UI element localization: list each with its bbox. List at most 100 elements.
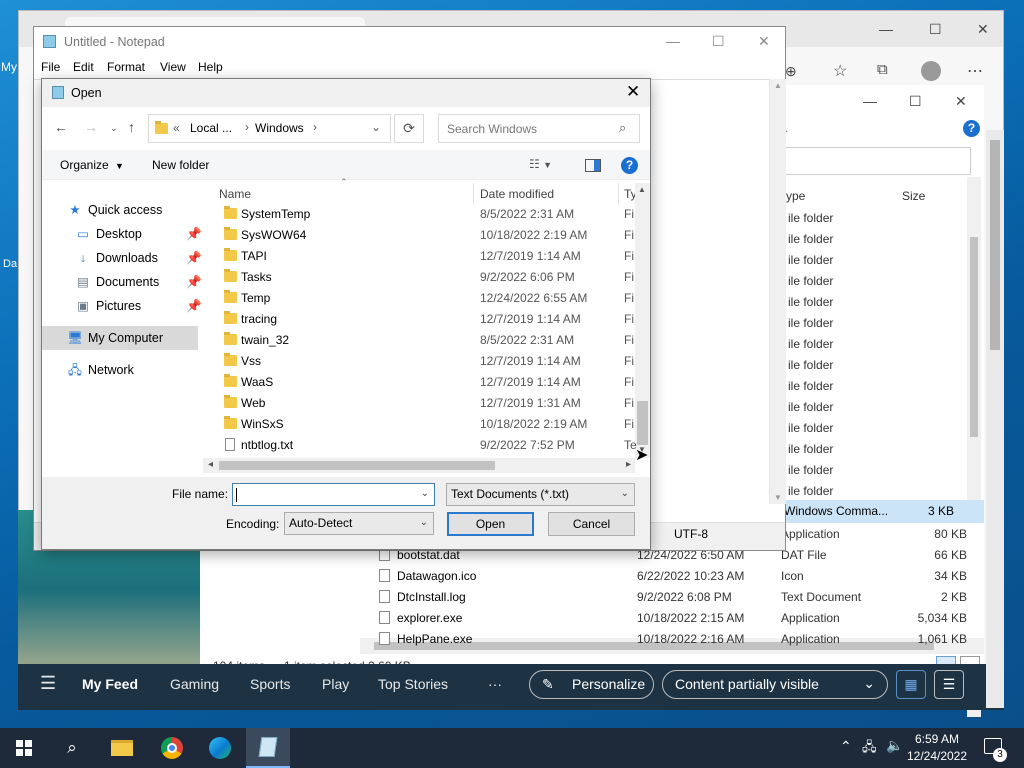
column-divider[interactable] — [473, 183, 474, 205]
maximize-icon[interactable]: ☐ — [712, 33, 725, 50]
file-row[interactable]: SystemTemp 8/5/2022 2:31 AM Fi — [219, 204, 639, 225]
file-type-select[interactable]: Text Documents (*.txt) ⌄ — [446, 483, 635, 506]
explorer-type-cell[interactable]: ile folder — [788, 421, 833, 442]
minimize-icon[interactable]: — — [879, 21, 893, 37]
refresh-button[interactable]: ⟳ — [394, 114, 424, 143]
chevron-right-icon[interactable]: › — [245, 120, 249, 134]
nav-documents[interactable]: ▤ Documents 📌 — [74, 271, 229, 293]
column-header-type[interactable]: ype — [786, 189, 805, 203]
desktop-icon-label[interactable]: My — [1, 60, 17, 74]
close-icon[interactable]: ✕ — [955, 93, 967, 110]
file-name-input[interactable]: ⌄ — [232, 483, 435, 506]
chrome-icon[interactable] — [150, 728, 194, 768]
pin-icon[interactable]: 📌 — [186, 223, 202, 245]
edge-scrollbar[interactable] — [986, 130, 1004, 708]
horizontal-scrollbar[interactable]: ◂ ▸ — [203, 458, 635, 473]
maximize-icon[interactable]: ☐ — [929, 21, 942, 38]
search-icon[interactable]: ⌕ — [50, 728, 94, 768]
nav-my-computer[interactable]: 🖥 My Computer — [66, 327, 221, 349]
personalize-button[interactable]: ✎ Personalize — [529, 670, 654, 699]
breadcrumb-windows[interactable]: Windows — [255, 121, 304, 135]
explorer-type-cell[interactable]: ile folder — [788, 379, 833, 400]
chevron-down-icon[interactable]: ⌄ — [371, 120, 381, 134]
chevron-right-icon[interactable]: › — [313, 120, 317, 134]
explorer-type-cell[interactable]: ile folder — [788, 337, 833, 358]
add-icon[interactable]: ⊕ — [785, 63, 797, 80]
favorites-icon[interactable]: ☆ — [833, 61, 847, 81]
tab-sports[interactable]: Sports — [250, 676, 290, 692]
new-folder-button[interactable]: New folder — [152, 158, 209, 172]
start-icon[interactable] — [2, 728, 46, 768]
organize-button[interactable]: Organize ▼ — [60, 158, 124, 172]
maximize-icon[interactable]: ☐ — [909, 93, 922, 110]
chevron-up-icon[interactable]: ⌃ — [840, 738, 852, 755]
tab-my-feed[interactable]: My Feed — [82, 676, 138, 692]
more-icon[interactable]: ⋯ — [967, 61, 983, 81]
open-button[interactable]: Open — [447, 512, 534, 536]
nav-desktop[interactable]: ▭ Desktop 📌 — [74, 223, 229, 245]
preview-pane-icon[interactable] — [585, 159, 601, 172]
pin-icon[interactable]: 📌 — [186, 247, 202, 269]
clock-date[interactable]: 12/24/2022 — [904, 749, 970, 763]
tab-play[interactable]: Play — [322, 676, 349, 692]
close-icon[interactable]: ✕ — [977, 21, 989, 38]
up-icon[interactable]: ↑ — [128, 119, 135, 135]
explorer-file-row[interactable]: Datawagon.ico 6/22/2022 10:23 AM Icon 34 KB — [375, 566, 975, 587]
explorer-type-cell[interactable]: ile folder — [788, 400, 833, 421]
file-row[interactable]: ntbtlog.txt 9/2/2022 7:52 PM Te — [219, 435, 639, 456]
menu-file[interactable]: File — [41, 60, 60, 74]
network-status-icon[interactable]: 🖧 — [862, 738, 877, 760]
explorer-type-cell[interactable]: ile folder — [788, 316, 833, 337]
explorer-type-cell[interactable]: ile folder — [788, 463, 833, 484]
nav-quick-access[interactable]: ★ Quick access — [66, 199, 221, 221]
file-row[interactable]: SysWOW64 10/18/2022 2:19 AM Fi — [219, 225, 639, 246]
chevron-down-icon[interactable]: ⌄ — [421, 484, 429, 504]
pin-icon[interactable]: 📌 — [186, 271, 202, 293]
nav-network[interactable]: 🖧 Network — [66, 359, 221, 381]
profile-icon[interactable] — [921, 61, 941, 81]
file-row[interactable]: TAPI 12/7/2019 1:14 AM Fi — [219, 246, 639, 267]
search-box[interactable] — [771, 147, 971, 175]
minimize-icon[interactable]: — — [863, 93, 877, 109]
file-row[interactable]: WinSxS 10/18/2022 2:19 AM Fi — [219, 414, 639, 435]
explorer-type-cell[interactable]: ile folder — [788, 232, 833, 253]
search-input[interactable]: Search Windows ⌕ — [438, 114, 640, 143]
explorer-type-cell[interactable]: ile folder — [788, 442, 833, 463]
file-row[interactable]: Temp 12/24/2022 6:55 AM Fi — [219, 288, 639, 309]
close-icon[interactable]: ✕ — [758, 33, 770, 50]
breadcrumb-local[interactable]: Local ... — [190, 121, 232, 135]
encoding-select[interactable]: Auto-Detect ⌄ — [284, 512, 434, 535]
explorer-file-row[interactable]: explorer.exe 10/18/2022 2:15 AM Applicatio… — [375, 608, 975, 629]
help-icon[interactable]: ? — [621, 157, 638, 174]
back-icon[interactable]: ← — [54, 119, 68, 135]
volume-icon[interactable]: 🔈 — [886, 737, 903, 754]
list-layout-icon[interactable]: ☰ — [934, 670, 964, 699]
vertical-scrollbar[interactable]: ▲ ▼ — [769, 79, 786, 504]
desktop-icon-label[interactable]: Da — [3, 258, 17, 270]
pin-icon[interactable]: 📌 — [186, 295, 202, 317]
nav-downloads[interactable]: ↓ Downloads 📌 — [74, 247, 229, 269]
tab-top-stories[interactable]: Top Stories — [378, 676, 448, 692]
content-visibility-select[interactable]: Content partially visible ⌄ — [662, 670, 888, 699]
file-row[interactable]: Vss 12/7/2019 1:14 AM Fi — [219, 351, 639, 372]
explorer-type-cell[interactable]: ile folder — [788, 211, 833, 232]
forward-icon[interactable]: → — [84, 119, 98, 135]
grid-layout-icon[interactable]: ▦ — [896, 670, 926, 699]
column-header-name[interactable]: Name — [219, 187, 251, 201]
menu-edit[interactable]: Edit — [73, 60, 94, 74]
menu-format[interactable]: Format — [107, 60, 145, 74]
explorer-file-row[interactable]: HelpPane.exe 10/18/2022 2:16 AM Applicatio… — [375, 629, 975, 650]
explorer-type-cell[interactable]: ile folder — [788, 295, 833, 316]
explorer-type-cell[interactable]: ile folder — [788, 274, 833, 295]
explorer-type-cell[interactable]: ile folder — [788, 358, 833, 379]
edge-icon[interactable] — [198, 728, 242, 768]
explorer-file-row[interactable]: DtcInstall.log 9/2/2022 6:08 PM Text Docum… — [375, 587, 975, 608]
file-row[interactable]: Web 12/7/2019 1:31 AM Fi — [219, 393, 639, 414]
explorer-type-cell[interactable]: ile folder — [788, 253, 833, 274]
file-row[interactable]: WaaS 12/7/2019 1:14 AM Fi — [219, 372, 639, 393]
file-row[interactable]: twain_32 8/5/2022 2:31 AM Fi — [219, 330, 639, 351]
file-explorer-icon[interactable] — [100, 728, 144, 768]
recent-locations-icon[interactable]: ⌄ — [110, 123, 118, 134]
tab-gaming[interactable]: Gaming — [170, 676, 219, 692]
nav-pictures[interactable]: ▣ Pictures 📌 — [74, 295, 229, 317]
